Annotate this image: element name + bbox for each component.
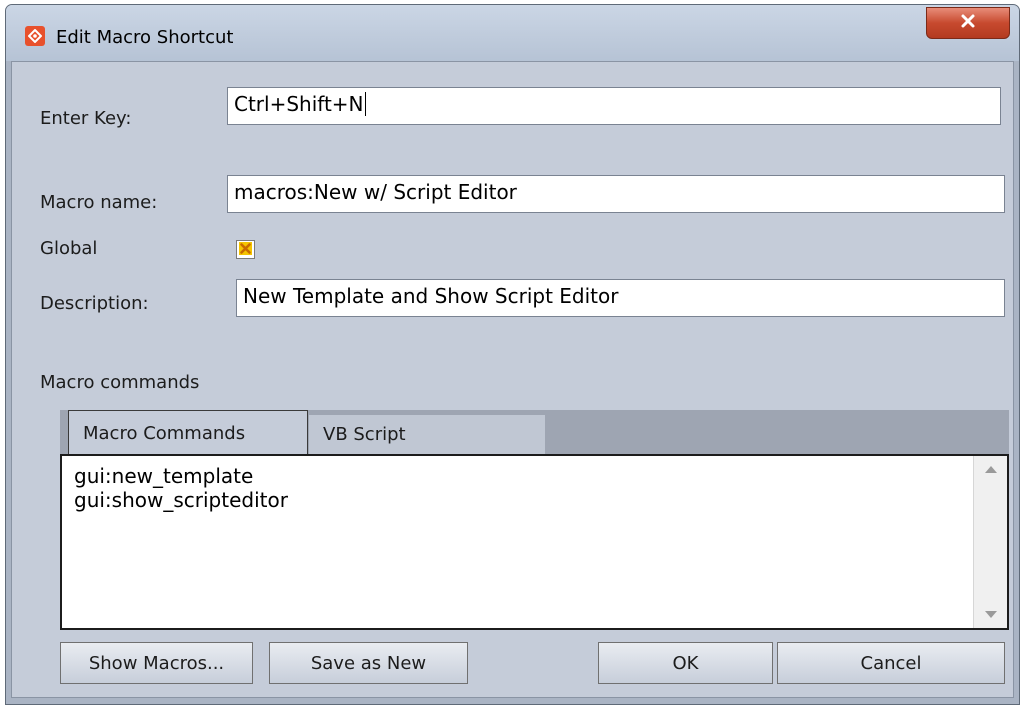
- commands-textarea[interactable]: gui:new_template gui:show_scripteditor: [62, 456, 973, 628]
- tab-label: Macro Commands: [83, 423, 246, 444]
- close-button[interactable]: [926, 7, 1010, 39]
- commands-panel: gui:new_template gui:show_scripteditor: [60, 454, 1009, 630]
- window-title: Edit Macro Shortcut: [56, 27, 234, 48]
- title-bar[interactable]: Edit Macro Shortcut: [6, 5, 1019, 61]
- app-logo-icon: [25, 26, 45, 46]
- tab-macro-commands[interactable]: Macro Commands: [68, 410, 308, 456]
- ok-button[interactable]: OK: [598, 642, 773, 684]
- command-line: gui:show_scripteditor: [74, 488, 288, 512]
- description-label: Description:: [40, 293, 149, 314]
- scroll-up-icon[interactable]: [985, 466, 997, 473]
- show-macros-button[interactable]: Show Macros...: [60, 642, 253, 684]
- enter-key-label: Enter Key:: [40, 108, 132, 129]
- enter-key-value: Ctrl+Shift+N: [234, 92, 364, 116]
- macro-name-field[interactable]: macros:New w/ Script Editor: [227, 175, 1005, 213]
- tab-vb-script[interactable]: VB Script: [309, 415, 545, 454]
- tab-label: VB Script: [323, 424, 406, 445]
- enter-key-field[interactable]: Ctrl+Shift+N: [227, 87, 1001, 125]
- description-field[interactable]: New Template and Show Script Editor: [236, 279, 1005, 317]
- dialog-body: Enter Key: Ctrl+Shift+N Macro name: macr…: [11, 61, 1014, 698]
- global-label: Global: [40, 238, 98, 259]
- macro-name-label: Macro name:: [40, 192, 158, 213]
- command-line: gui:new_template: [74, 464, 254, 488]
- check-mark-icon: [239, 240, 252, 259]
- dialog-window: Edit Macro Shortcut Enter Key: Ctrl+Shif…: [5, 4, 1020, 705]
- vertical-scrollbar[interactable]: [973, 456, 1007, 628]
- save-as-new-button[interactable]: Save as New: [269, 642, 468, 684]
- scroll-down-icon[interactable]: [985, 611, 997, 618]
- cancel-button[interactable]: Cancel: [777, 642, 1005, 684]
- text-caret: [364, 92, 366, 116]
- global-checkbox[interactable]: [236, 240, 255, 259]
- macro-commands-section-label: Macro commands: [40, 372, 200, 393]
- close-icon: [960, 13, 976, 33]
- commands-tab-bar: Macro Commands VB Script: [60, 410, 1009, 456]
